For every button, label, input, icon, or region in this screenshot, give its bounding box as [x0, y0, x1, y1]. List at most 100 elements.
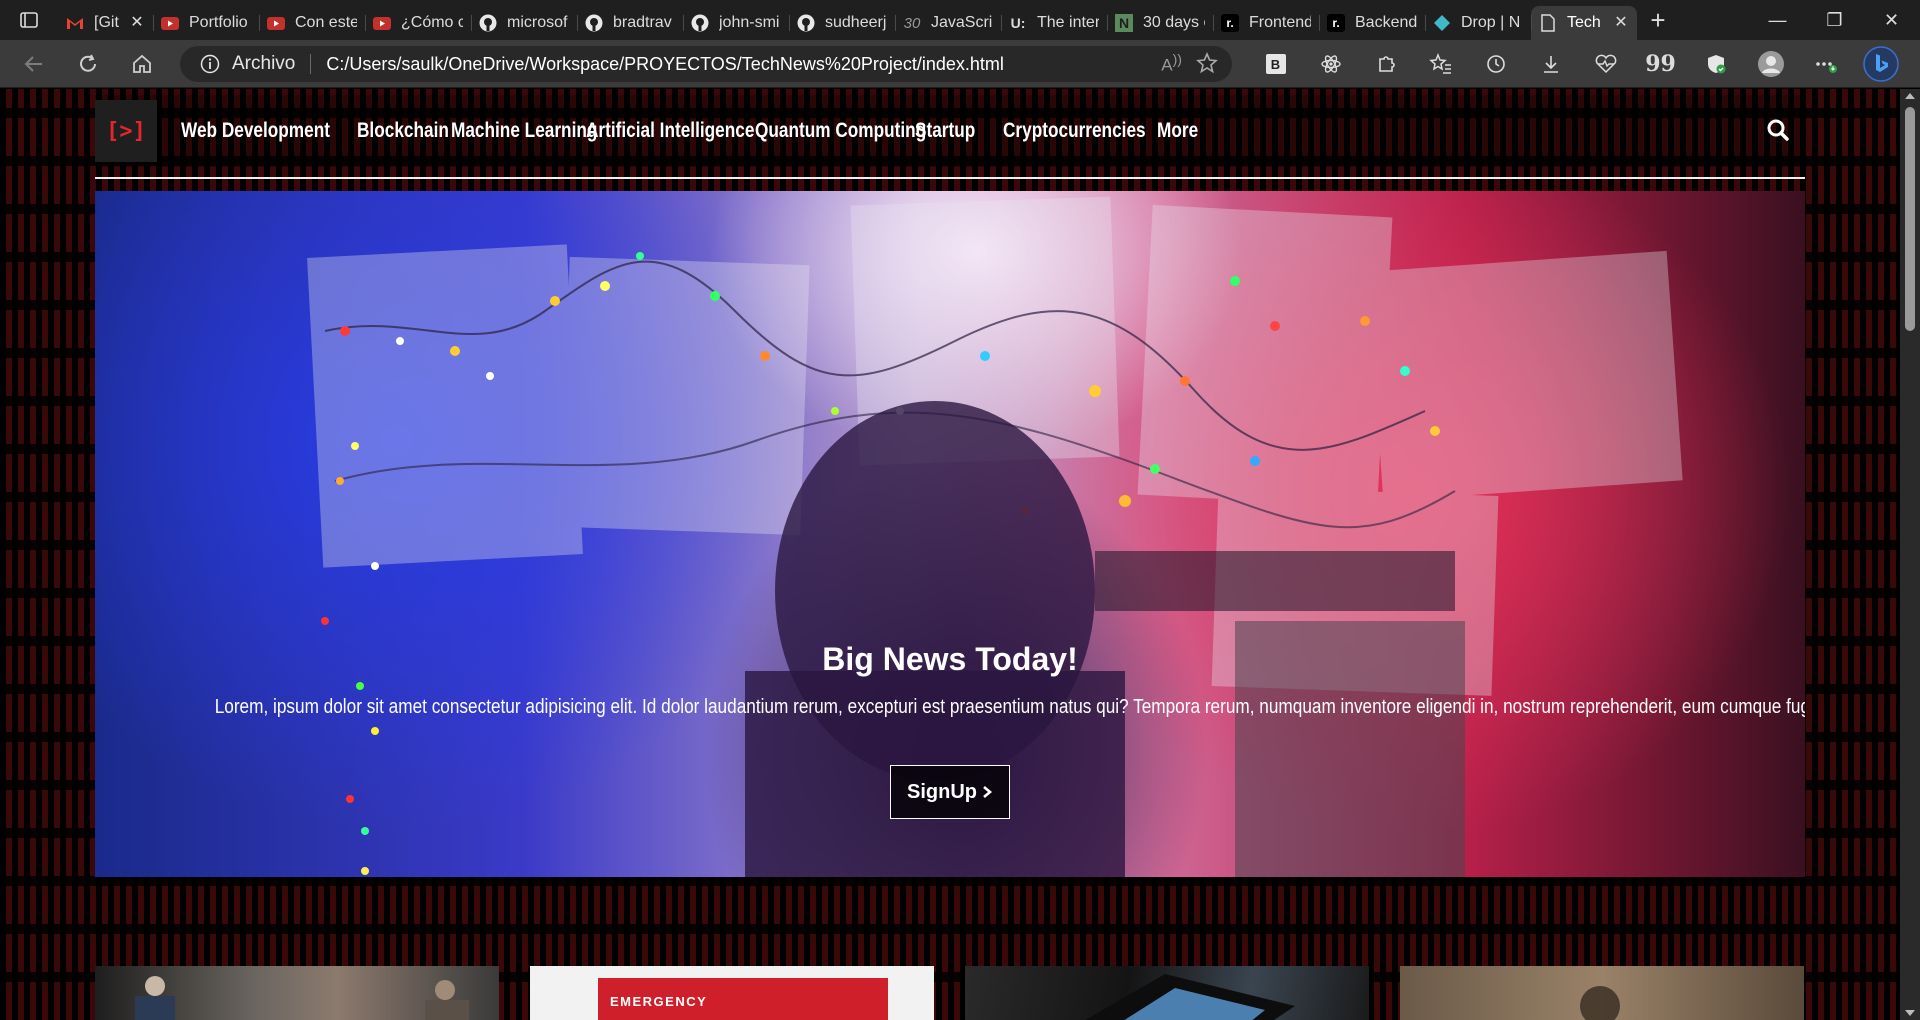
- page-scrollbar[interactable]: [1900, 89, 1920, 1020]
- address-bar[interactable]: Archivo C:/Users/saulk/OneDrive/Workspac…: [180, 46, 1232, 82]
- roadmap-icon: r.: [1221, 14, 1239, 32]
- tab-label: Frontend: [1249, 14, 1311, 31]
- scrollbar-thumb[interactable]: [1905, 107, 1915, 331]
- photo-texture-icon: [1580, 986, 1620, 1020]
- performance-button[interactable]: [1578, 40, 1633, 88]
- nav-blockchain[interactable]: Blockchain: [357, 119, 449, 143]
- settings-more-button[interactable]: [1798, 40, 1853, 88]
- page-icon: [1539, 14, 1557, 32]
- favorites-icon: [1428, 53, 1451, 74]
- nav-cryptocurrencies[interactable]: Cryptocurrencies: [1003, 119, 1149, 143]
- tab-portfolio[interactable]: Portfolio: [153, 6, 259, 40]
- site-logo[interactable]: [>]: [95, 100, 157, 162]
- tab-30-days[interactable]: N 30 days c: [1107, 6, 1213, 40]
- tab-gmail[interactable]: [Git ✕: [58, 6, 153, 40]
- nav-startup[interactable]: Startup: [915, 119, 995, 143]
- history-icon: [1486, 55, 1505, 73]
- restore-button[interactable]: ❐: [1806, 0, 1863, 40]
- bing-copilot-button[interactable]: [1853, 40, 1908, 88]
- news-card-image[interactable]: EMERGENCY: [530, 966, 934, 1020]
- favorites-button[interactable]: [1413, 40, 1468, 88]
- search-button[interactable]: [1765, 117, 1791, 143]
- history-button[interactable]: [1468, 40, 1523, 88]
- tab-drop[interactable]: Drop | N: [1425, 6, 1531, 40]
- news-card-image[interactable]: [1400, 966, 1804, 1020]
- tab-javascript[interactable]: 30 JavaScrip: [895, 6, 1001, 40]
- close-icon: ✕: [1883, 9, 1900, 30]
- github-icon: [691, 14, 709, 32]
- nav-quantum-computing[interactable]: Quantum Computing: [755, 119, 926, 143]
- extensions-row: B 99: [1248, 40, 1908, 88]
- browser-essentials-button[interactable]: [1688, 40, 1743, 88]
- nav-more[interactable]: More: [1157, 119, 1217, 143]
- info-icon[interactable]: [200, 54, 220, 74]
- chevron-right-icon: [983, 786, 993, 798]
- tab-actions-button[interactable]: [0, 0, 58, 40]
- nav-label: Cryptocurrencies: [1003, 119, 1146, 142]
- restore-icon: ❐: [1826, 9, 1843, 30]
- bing-icon: [1862, 46, 1899, 82]
- tab-frontend[interactable]: r. Frontend: [1213, 6, 1319, 40]
- tab-como[interactable]: ¿Cómo c: [365, 6, 471, 40]
- tab-con-este[interactable]: Con este: [259, 6, 365, 40]
- tab-john-smilga[interactable]: john-smi: [683, 6, 789, 40]
- nav-artificial-intelligence[interactable]: Artificial Intelligence: [586, 119, 754, 143]
- new-tab-button[interactable]: +: [1637, 0, 1679, 40]
- photo-tablet-icon: [1085, 974, 1295, 1020]
- minimize-button[interactable]: —: [1749, 0, 1806, 40]
- tab-label: The inter: [1037, 14, 1099, 31]
- tab-sudheerj[interactable]: sudheerj: [789, 6, 895, 40]
- photo-people-icon: [135, 976, 469, 1020]
- photo-emergency-icon: EMERGENCY: [598, 978, 888, 1020]
- tab-the-internet[interactable]: U: The inter: [1001, 6, 1107, 40]
- tab-label: 30 days c: [1143, 14, 1205, 31]
- refresh-icon: [80, 54, 96, 72]
- read-aloud-icon[interactable]: A)): [1161, 52, 1182, 76]
- site-navbar: [>] Web Development Blockchain Machine L…: [95, 95, 1805, 167]
- news-card-image[interactable]: [965, 966, 1369, 1020]
- scroll-up-arrow-icon[interactable]: [1905, 93, 1915, 99]
- nav-web-development[interactable]: Web Development: [181, 119, 349, 143]
- quote-extension-button[interactable]: 99: [1633, 40, 1688, 88]
- tab-label: john-smi: [719, 14, 780, 31]
- downloads-button[interactable]: [1523, 40, 1578, 88]
- quote-icon: 99: [1645, 51, 1676, 77]
- puzzle-icon: [1378, 56, 1395, 72]
- news-card-image[interactable]: [95, 966, 499, 1020]
- back-button[interactable]: [13, 46, 55, 82]
- youtube-icon: [267, 14, 285, 32]
- signup-button[interactable]: SignUp: [890, 765, 1010, 819]
- github-icon: [797, 14, 815, 32]
- tab-backend[interactable]: r. Backend: [1319, 6, 1425, 40]
- heart-pulse-icon: [1595, 54, 1616, 74]
- plus-icon: +: [1650, 4, 1666, 35]
- url-text[interactable]: C:/Users/saulk/OneDrive/Workspace/PROYEC…: [326, 54, 1161, 75]
- extension-b-button[interactable]: B: [1248, 40, 1303, 88]
- tab-label: [Git: [94, 14, 119, 31]
- favorite-star-icon[interactable]: [1196, 52, 1218, 74]
- extension-react-button[interactable]: [1303, 40, 1358, 88]
- tab-microsoft[interactable]: microsof: [471, 6, 577, 40]
- close-window-button[interactable]: ✕: [1863, 0, 1920, 40]
- tab-bradtraversy[interactable]: bradtrav: [577, 6, 683, 40]
- close-icon[interactable]: ✕: [129, 15, 145, 31]
- nav-machine-learning[interactable]: Machine Learning: [451, 119, 597, 143]
- home-button[interactable]: [121, 46, 163, 82]
- nav-label: Startup: [915, 119, 976, 142]
- scroll-down-arrow-icon[interactable]: [1905, 1010, 1915, 1016]
- gmail-icon: [66, 14, 84, 32]
- refresh-button[interactable]: [67, 46, 109, 82]
- tab-strip: [Git ✕ Portfolio Con este ¿Cómo c micros…: [0, 0, 1920, 40]
- tab-tech[interactable]: Tech ✕: [1531, 6, 1637, 40]
- window-controls: — ❐ ✕: [1749, 0, 1920, 40]
- back-arrow-icon: [24, 55, 42, 72]
- nav-label: Artificial Intelligence: [586, 119, 755, 142]
- close-icon[interactable]: ✕: [1613, 15, 1629, 31]
- profile-button[interactable]: [1743, 40, 1798, 88]
- extension-b-icon: B: [1265, 54, 1286, 74]
- page-viewport: [>] Web Development Blockchain Machine L…: [0, 89, 1900, 1020]
- extensions-button[interactable]: [1358, 40, 1413, 88]
- github-icon: [585, 14, 603, 32]
- tab-label: Drop | N: [1461, 14, 1521, 31]
- tab-actions-icon: [20, 12, 38, 28]
